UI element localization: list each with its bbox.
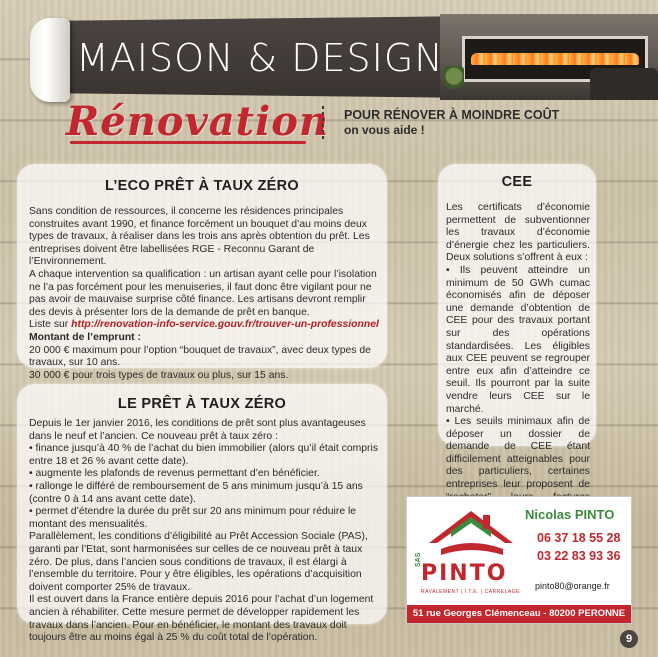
amount-option-1: 20 000 € maximum pour l’option “bouquet …: [29, 344, 371, 369]
flames: [471, 53, 639, 65]
eco-pret-body: Sans condition de ressources, il concern…: [29, 206, 381, 382]
page-number: 9: [620, 630, 638, 648]
fireplace-photo: [440, 14, 658, 100]
amount-heading: Montant de l’emprunt :: [29, 331, 141, 343]
ptz-title: LE PRÊT À TAUX ZÉRO: [117, 396, 287, 412]
email-address[interactable]: pinto80@orange.fr: [535, 581, 610, 591]
address-bar: 51 rue Georges Clémenceau - 80200 PERONN…: [407, 605, 631, 623]
ptz-bullet: • augmente les plafonds de revenus perme…: [29, 468, 320, 480]
eco-pret-title: L’ECO PRÊT À TAUX ZÉRO: [104, 178, 300, 194]
brand-trades: RAVALEMENT | I.T.E. | CARRELAGE: [421, 589, 520, 595]
dotted-divider: [322, 106, 324, 142]
paper-curl-decoration: [30, 18, 70, 102]
amount-option-2: 30 000 € pour trois types de travaux ou …: [29, 369, 289, 381]
house-logo-icon: [429, 511, 513, 555]
ptz-intro: Depuis le 1er janvier 2016, les conditio…: [29, 418, 366, 442]
tagline-sub: on vous aide !: [344, 123, 425, 137]
sofa-decoration: [590, 68, 658, 100]
cee-title: CEE: [501, 174, 533, 190]
pinto-advertisement[interactable]: SAS PINTO RAVALEMENT | I.T.E. | CARRELAG…: [406, 496, 632, 624]
ptz-bullet: • permet d’étendre la durée du prêt sur …: [29, 506, 357, 530]
section-title: Rénovation: [66, 98, 330, 145]
cee-bullet-1: • Ils peuvent atteindre un minimum de 50…: [446, 264, 590, 415]
ptz-bullet: • finance jusqu’à 40 % de l’achat du bie…: [29, 443, 379, 467]
eco-pret-card: L’ECO PRÊT À TAUX ZÉRO Sans condition de…: [17, 164, 387, 381]
cee-paragraph-1: Les certificats d’économie permettent de…: [446, 202, 590, 264]
link-prefix: Liste sur: [29, 319, 72, 331]
tagline-main: POUR RÉNOVER À MOINDRE COÛT: [344, 108, 560, 122]
ptz-paragraph-2: Parallèlement, les conditions d’éligibil…: [29, 531, 368, 593]
eco-pret-link-line: Liste sur http://renovation-info-service…: [29, 319, 381, 332]
ptz-body: Depuis le 1er janvier 2016, les conditio…: [29, 418, 383, 645]
section-title-underline: [70, 141, 306, 144]
brand-name: PINTO: [421, 561, 508, 586]
ptz-card: LE PRÊT À TAUX ZÉRO Depuis le 1er janvie…: [17, 384, 387, 643]
eco-pret-paragraph-2: A chaque intervention sa qualification :…: [29, 268, 377, 318]
ptz-paragraph-3: Il est ouvert dans la France entière dep…: [29, 594, 374, 644]
plant-decoration: [444, 66, 464, 100]
contact-name: Nicolas PINTO: [525, 507, 615, 522]
phone-mobile[interactable]: 06 37 18 55 28: [537, 531, 620, 545]
cee-card: CEE Les certificats d’économie permetten…: [438, 164, 596, 553]
professional-list-link[interactable]: http://renovation-info-service.gouv.fr/t…: [71, 319, 379, 330]
eco-pret-paragraph-1: Sans condition de ressources, il concern…: [29, 206, 370, 268]
magazine-title: MAISON & DESIGN: [76, 36, 444, 80]
phone-landline[interactable]: 03 22 83 93 36: [537, 549, 620, 563]
ptz-bullet: • rallonge le différé de remboursement d…: [29, 480, 363, 505]
tagline: POUR RÉNOVER À MOINDRE COÛT on vous aide…: [344, 108, 559, 138]
